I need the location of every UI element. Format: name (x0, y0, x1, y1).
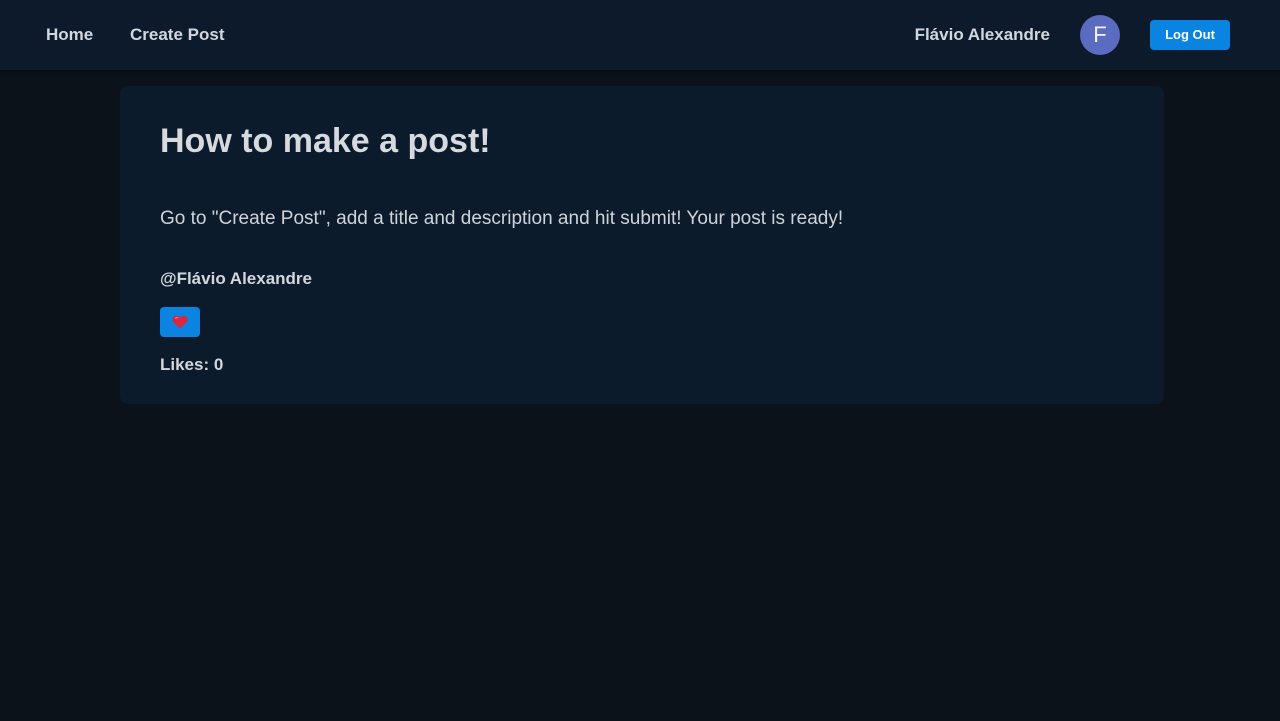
post-author: @Flávio Alexandre (160, 269, 312, 288)
navbar: Home Create Post Flávio Alexandre F Log … (0, 0, 1280, 70)
nav-home-link[interactable]: Home (46, 24, 93, 46)
post-card: How to make a post! Go to "Create Post",… (120, 86, 1164, 404)
logout-button[interactable]: Log Out (1150, 20, 1230, 50)
post-title: How to make a post! (160, 122, 491, 160)
post-body: Go to "Create Post", add a title and des… (160, 208, 844, 229)
heart-icon (172, 315, 188, 329)
like-button[interactable] (160, 307, 200, 337)
likes-count: Likes: 0 (160, 355, 224, 374)
avatar: F (1080, 15, 1120, 55)
nav-create-post-link[interactable]: Create Post (130, 24, 224, 46)
user-name: Flávio Alexandre (914, 25, 1050, 44)
